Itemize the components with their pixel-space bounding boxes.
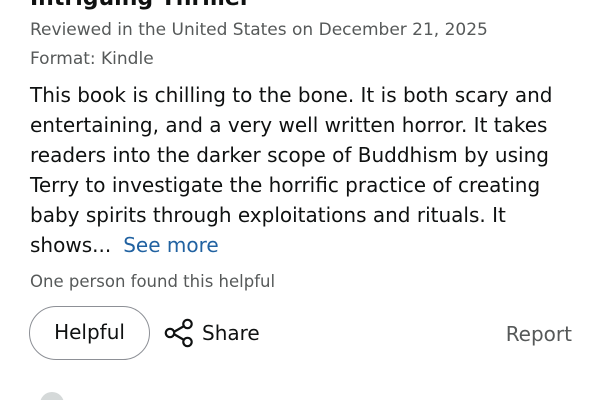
review-card: Intriguing Thriller Reviewed in the Unit… [0,0,600,400]
review-date: Reviewed in the United States on Decembe… [30,20,488,40]
review-body: This book is chilling to the bone. It is… [30,80,590,260]
review-actions: Helpful Share Report [0,306,600,362]
see-more-link[interactable]: See more [123,233,218,257]
helpful-count: One person found this helpful [30,272,276,291]
review-format: Format: Kindle [30,49,154,69]
share-label: Share [202,321,260,345]
avatar [40,392,64,400]
review-title: Intriguing Thriller [30,0,251,12]
helpful-button[interactable]: Helpful [29,306,150,360]
report-link[interactable]: Report [506,306,572,360]
share-icon [163,317,195,349]
review-text: This book is chilling to the bone. It is… [30,83,553,257]
share-button[interactable]: Share [163,306,260,360]
